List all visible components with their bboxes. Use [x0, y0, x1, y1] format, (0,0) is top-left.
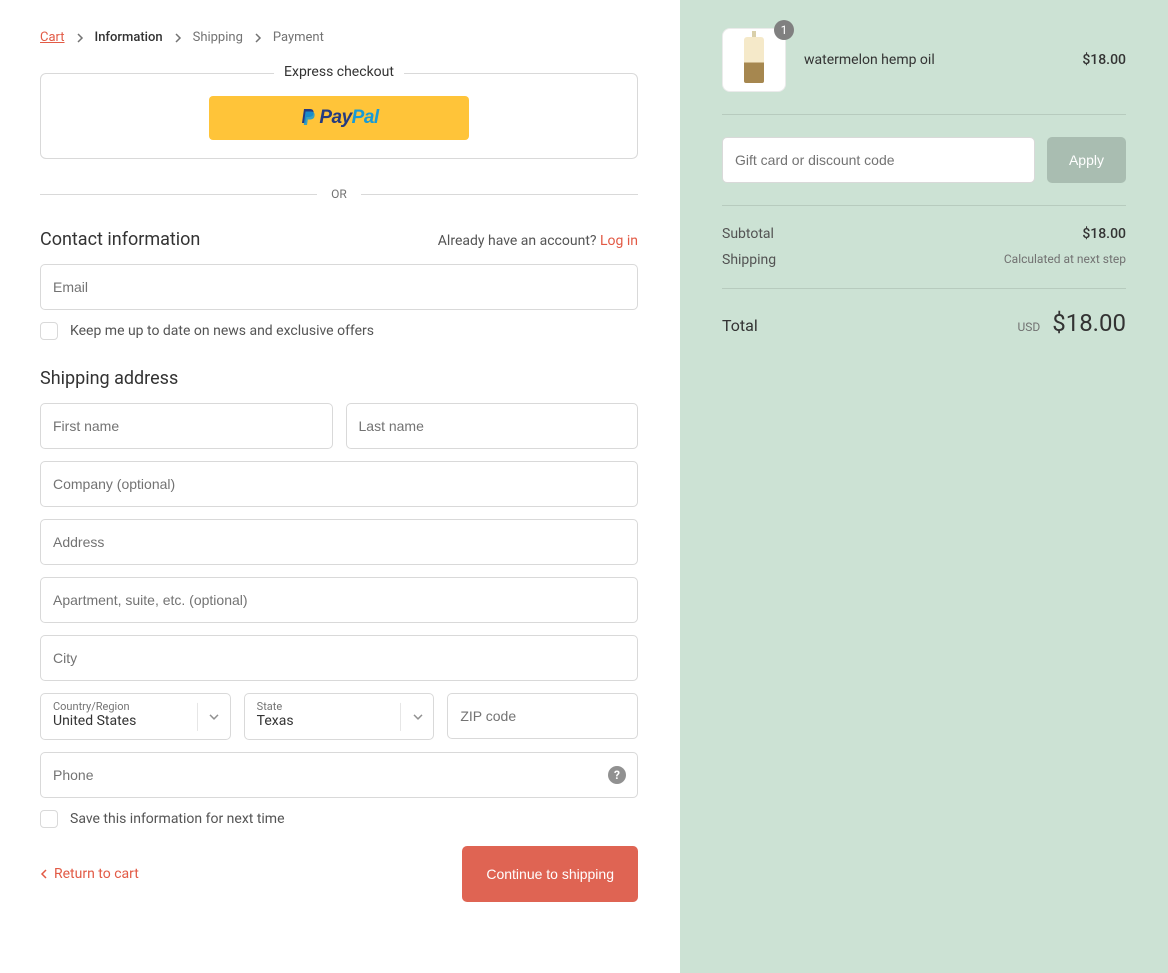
quantity-badge: 1	[774, 20, 794, 40]
breadcrumb-shipping: Shipping	[193, 30, 243, 45]
breadcrumb-cart[interactable]: Cart	[40, 30, 65, 45]
subtotal-value: $18.00	[1082, 226, 1126, 242]
login-link[interactable]: Log in	[600, 233, 638, 249]
apartment-field[interactable]	[40, 577, 638, 623]
newsletter-label: Keep me up to date on news and exclusive…	[70, 323, 374, 339]
discount-row: Apply	[722, 115, 1126, 206]
save-info-checkbox[interactable]	[40, 810, 58, 828]
summary-lines: Subtotal $18.00 Shipping Calculated at n…	[722, 206, 1126, 289]
apply-discount-button[interactable]: Apply	[1047, 137, 1126, 183]
contact-info-header: Contact information Already have an acco…	[40, 229, 638, 250]
last-name-field[interactable]	[346, 403, 639, 449]
paypal-logo-icon	[299, 108, 317, 128]
discount-code-field[interactable]	[722, 137, 1035, 183]
shipping-address-heading: Shipping address	[40, 368, 178, 389]
save-info-label: Save this information for next time	[70, 811, 285, 827]
state-value: Texas	[257, 713, 294, 729]
phone-field[interactable]	[40, 752, 638, 798]
breadcrumb: Cart Information Shipping Payment	[40, 30, 638, 45]
paypal-text-pay: Pay	[319, 107, 351, 129]
email-field[interactable]	[40, 264, 638, 310]
newsletter-checkbox-row[interactable]: Keep me up to date on news and exclusive…	[40, 322, 638, 340]
total-row: Total USD $18.00	[722, 289, 1126, 337]
form-actions: Return to cart Continue to shipping	[40, 846, 638, 902]
chevron-right-icon	[173, 33, 183, 43]
cart-item: 1 watermelon hemp oil $18.00	[722, 28, 1126, 115]
company-field[interactable]	[40, 461, 638, 507]
shipping-cost-label: Shipping	[722, 252, 776, 268]
or-label: OR	[331, 187, 347, 201]
shipping-line: Shipping Calculated at next step	[722, 252, 1126, 268]
chevron-right-icon	[75, 33, 85, 43]
continue-to-shipping-button[interactable]: Continue to shipping	[462, 846, 638, 902]
state-select[interactable]: State Texas	[244, 693, 435, 740]
subtotal-line: Subtotal $18.00	[722, 226, 1126, 242]
save-info-checkbox-row[interactable]: Save this information for next time	[40, 810, 638, 828]
or-divider: OR	[40, 187, 638, 201]
total-amount: $18.00	[1052, 309, 1126, 337]
newsletter-checkbox[interactable]	[40, 322, 58, 340]
country-value: United States	[53, 713, 136, 729]
state-label: State	[257, 700, 422, 713]
shipping-address-header: Shipping address	[40, 368, 638, 389]
address-field[interactable]	[40, 519, 638, 565]
product-name: watermelon hemp oil	[804, 52, 1064, 68]
first-name-field[interactable]	[40, 403, 333, 449]
paypal-button[interactable]: PayPal	[209, 96, 469, 140]
product-thumbnail-wrap: 1	[722, 28, 786, 92]
subtotal-label: Subtotal	[722, 226, 774, 242]
breadcrumb-payment: Payment	[273, 30, 324, 45]
chevron-left-icon	[40, 869, 48, 879]
paypal-text-pal: Pal	[352, 107, 379, 129]
breadcrumb-information: Information	[95, 30, 163, 45]
country-select[interactable]: Country/Region United States	[40, 693, 231, 740]
country-label: Country/Region	[53, 700, 218, 713]
checkout-main: Cart Information Shipping Payment Expres…	[0, 0, 680, 973]
contact-info-heading: Contact information	[40, 229, 200, 250]
shipping-cost-value: Calculated at next step	[1004, 252, 1126, 268]
express-checkout-label: Express checkout	[274, 64, 404, 80]
city-field[interactable]	[40, 635, 638, 681]
order-summary-sidebar: 1 watermelon hemp oil $18.00 Apply Subto…	[680, 0, 1168, 973]
return-to-cart-link[interactable]: Return to cart	[40, 866, 139, 882]
zip-field[interactable]	[447, 693, 638, 739]
express-checkout-box: Express checkout PayPal	[40, 73, 638, 159]
product-thumbnail	[722, 28, 786, 92]
currency-label: USD	[1017, 320, 1040, 334]
total-label: Total	[722, 316, 758, 335]
help-icon[interactable]: ?	[608, 766, 626, 784]
chevron-right-icon	[253, 33, 263, 43]
product-price: $18.00	[1082, 52, 1126, 68]
login-prompt: Already have an account? Log in	[438, 233, 638, 249]
